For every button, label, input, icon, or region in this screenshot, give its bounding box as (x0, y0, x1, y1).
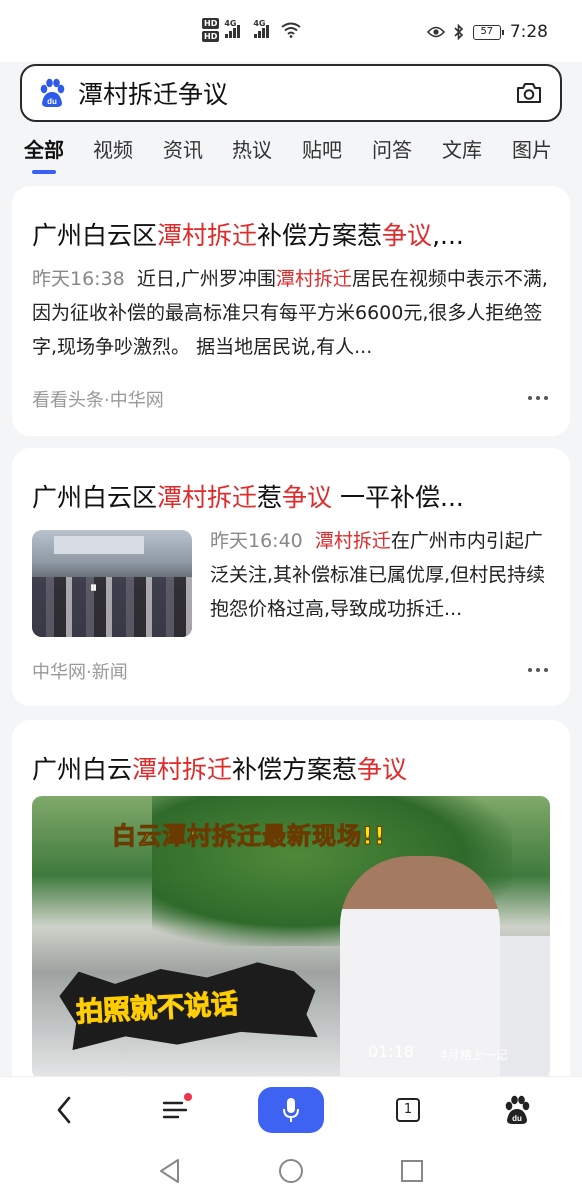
tab-tieba[interactable]: 贴吧 (302, 134, 342, 163)
back-arrow-icon (57, 1096, 71, 1124)
tab-news[interactable]: 资讯 (163, 134, 203, 163)
active-tab-indicator (32, 170, 56, 174)
result-source: 看看头条·中华网 (32, 390, 164, 411)
tab-all[interactable]: 全部 (24, 134, 64, 163)
result-card[interactable]: 广州白云区潭村拆迁补偿方案惹争议,... 昨天16:38 近日,广州罗冲围潭村拆… (12, 186, 570, 436)
result-thumbnail[interactable]: ⏸ (32, 530, 192, 637)
status-right: 57 7:28 (426, 22, 548, 42)
result-card[interactable]: 广州白云潭村拆迁补偿方案惹争议 白云潭村拆迁最新现场!! 拍照就不说话 01:1… (12, 720, 570, 1120)
menu-button[interactable] (152, 1077, 198, 1143)
bottom-nav: 1 du (0, 1076, 582, 1142)
video-tag: 4月格上一记 (440, 1048, 508, 1062)
tabs-button[interactable]: 1 (390, 1077, 426, 1143)
bluetooth-icon (454, 24, 463, 40)
svg-text:du: du (47, 97, 57, 106)
tabs-count-icon: 1 (396, 1098, 420, 1122)
hd-badge-2: HD (202, 31, 220, 42)
back-button[interactable] (44, 1077, 84, 1143)
mic-icon (283, 1098, 299, 1122)
result-time: 昨天16:40 (210, 530, 303, 552)
tab-images[interactable]: 图片 (512, 134, 552, 163)
more-dots-icon[interactable] (528, 667, 548, 673)
tab-hot-discussion[interactable]: 热议 (232, 134, 272, 163)
camera-icon[interactable] (514, 78, 544, 108)
more-dots-icon[interactable] (528, 395, 548, 401)
baidu-paw-icon: du (40, 78, 65, 107)
svg-text:du: du (512, 1114, 522, 1123)
status-bar: HD HD 4G 4G 57 7:28 (0, 0, 582, 62)
video-duration: 01:18 (368, 1042, 415, 1061)
result-title[interactable]: 广州白云区潭村拆迁惹争议 一平补偿... (32, 478, 464, 514)
hd-badge-1: HD (202, 18, 220, 29)
tab-video[interactable]: 视频 (93, 134, 133, 163)
eye-icon (426, 26, 445, 38)
baidu-home-icon: du (505, 1095, 530, 1124)
result-snippet: 昨天16:38 近日,广州罗冲围潭村拆迁居民在视频中表示不满,因为征收补偿的最高… (32, 268, 548, 358)
result-title[interactable]: 广州白云潭村拆迁补偿方案惹争议 (32, 750, 407, 786)
clock: 7:28 (509, 22, 548, 42)
system-recents-icon[interactable] (400, 1159, 424, 1183)
result-time: 昨天16:38 (32, 268, 125, 290)
signal-icon-2: 4G (253, 19, 270, 38)
search-input[interactable]: 潭村拆迁争议 (78, 75, 514, 111)
home-button[interactable]: du (498, 1077, 536, 1143)
notification-dot (184, 1093, 192, 1101)
system-nav-bar (0, 1142, 582, 1200)
search-bar[interactable]: du 潭村拆迁争议 (20, 64, 562, 122)
result-tabs: 全部 视频 资讯 热议 贴吧 问答 文库 图片 (0, 126, 582, 180)
signal-icon: 4G (224, 19, 241, 38)
menu-icon (162, 1101, 188, 1119)
tab-library[interactable]: 文库 (442, 134, 482, 163)
wifi-icon (281, 22, 301, 38)
voice-search-button[interactable] (258, 1077, 324, 1143)
result-source: 中华网·新闻 (32, 662, 128, 683)
video-banner-text: 白云潭村拆迁最新现场!! (112, 822, 386, 851)
video-thumbnail[interactable]: 白云潭村拆迁最新现场!! 拍照就不说话 01:18 4月格上一记 (32, 796, 550, 1080)
system-home-icon[interactable] (278, 1158, 304, 1184)
system-back-icon[interactable] (158, 1158, 182, 1184)
pause-icon: ⏸ (90, 580, 97, 596)
result-title[interactable]: 广州白云区潭村拆迁补偿方案惹争议,... (32, 216, 464, 252)
result-card[interactable]: 广州白云区潭村拆迁惹争议 一平补偿... ⏸ 昨天16:40 潭村拆迁在广州市内… (12, 448, 570, 706)
tab-qa[interactable]: 问答 (372, 134, 412, 163)
result-snippet: 昨天16:40 潭村拆迁在广州市内引起广泛关注,其补偿标准已属优厚,但村民持续抱… (210, 530, 546, 620)
battery-icon: 57 (472, 24, 504, 40)
network-indicators: HD HD 4G 4G (202, 18, 301, 42)
